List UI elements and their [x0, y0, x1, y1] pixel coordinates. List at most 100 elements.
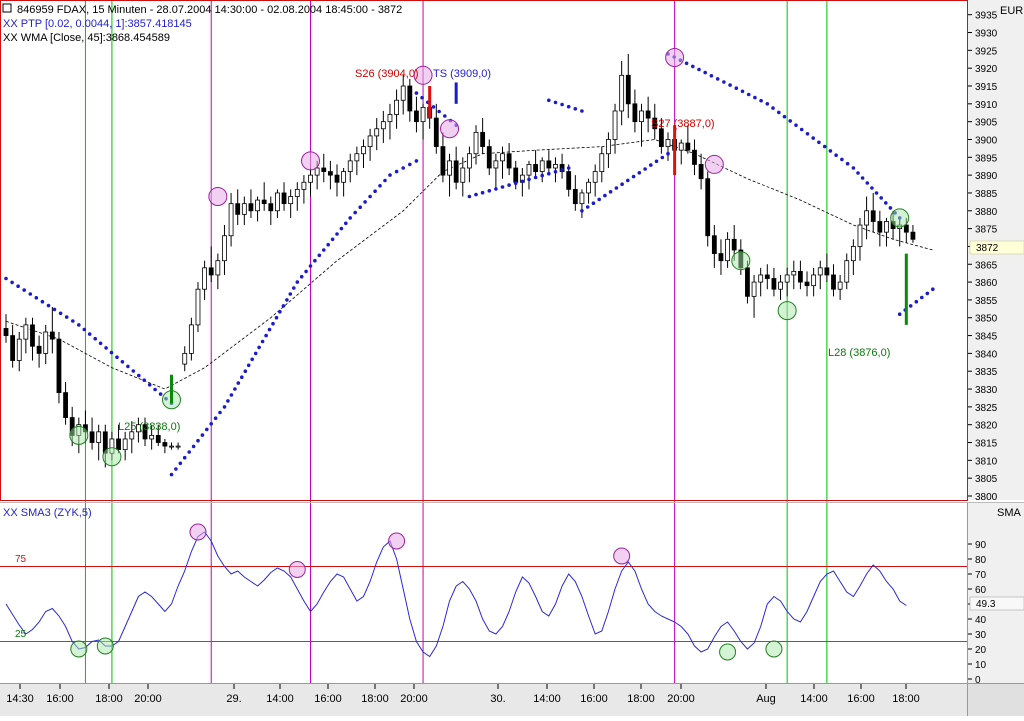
ptp-dot: [805, 132, 810, 136]
ptp-dot: [771, 106, 775, 110]
time-tick-label: 14:00: [533, 693, 561, 705]
candle-body: [811, 274, 817, 287]
pivot-circle-high: [208, 187, 228, 207]
candle[interactable]: [195, 282, 201, 332]
candle-body: [347, 160, 353, 172]
ptp-dot: [87, 332, 92, 336]
price-tick-label: 3800: [975, 492, 998, 503]
chart-svg: 3935 3930 3925 3920 3915 3910 3905 3900 3895 3890…: [0, 0, 1024, 716]
ptp-dot: [845, 161, 850, 166]
candle-body: [433, 117, 439, 148]
candle-body: [16, 338, 22, 361]
annotation-s27: S27 (3887,0): [651, 118, 715, 130]
ptp-legend: XX PTP [0.02, 0.0044, 1]:3857.418145: [3, 18, 192, 30]
ptp-dot: [292, 286, 296, 290]
ptp-dot: [597, 197, 601, 202]
ptp-dot: [715, 77, 720, 81]
ptp-dot: [533, 175, 538, 180]
ptp-dot: [649, 163, 653, 167]
candle-body: [387, 114, 393, 123]
ptp-dot: [209, 422, 213, 426]
price-tick-label: 3910: [975, 100, 998, 111]
ptp-dot: [174, 467, 178, 471]
pivot-circle-low: [102, 447, 122, 467]
ptp-dot: [840, 157, 844, 162]
window-icon[interactable]: [2, 3, 12, 13]
ptp-dot: [187, 450, 191, 454]
candle-body: [255, 199, 260, 212]
candle-body: [301, 181, 307, 190]
candle-body: [414, 110, 419, 123]
oscillator-circle: [765, 640, 783, 658]
ptp-dot: [191, 444, 196, 449]
ptp-dot: [46, 303, 51, 308]
candle-body: [261, 199, 267, 205]
ptp-dot: [856, 171, 860, 175]
ptp-dot: [28, 292, 33, 296]
candle-body: [149, 434, 155, 440]
ptp-dot: [153, 387, 157, 392]
candle-body: [592, 171, 598, 183]
ptp-dot: [104, 346, 108, 350]
ptp-dot: [777, 110, 781, 115]
time-tick-label: 16:00: [847, 693, 875, 705]
price-tick-label: 3905: [975, 118, 998, 129]
ptp-dot: [920, 295, 924, 300]
candle-body: [466, 153, 472, 169]
ptp-dot: [643, 167, 647, 171]
candle-body: [619, 74, 625, 112]
ptp-dot: [874, 191, 879, 195]
ptp-dot: [98, 341, 103, 346]
price-tick-label: 3900: [975, 135, 998, 146]
price-tick-label: 3835: [975, 367, 998, 378]
candle-body: [268, 203, 274, 212]
price-tick-label: 3840: [975, 349, 998, 360]
candle-body: [764, 274, 770, 279]
ptp-dot: [420, 95, 424, 100]
ptp-dot: [295, 280, 300, 284]
candle-body: [334, 174, 340, 183]
ptp-dot: [709, 74, 714, 78]
candle-body: [665, 139, 671, 148]
ptp-dot: [378, 184, 382, 188]
candle-body: [725, 238, 730, 262]
chart-title: 846959 FDAX, 15 Minuten - 28.07.2004 14:…: [17, 4, 402, 16]
candle-body: [771, 278, 777, 290]
candle-body: [705, 178, 711, 237]
ptp-dot: [637, 171, 642, 175]
candle[interactable]: [705, 171, 711, 247]
candle-body: [327, 171, 333, 176]
ptp-dot: [344, 221, 348, 226]
ptp-dot: [271, 321, 275, 326]
candle-body: [685, 142, 691, 151]
ptp-dot: [408, 162, 412, 167]
candle[interactable]: [56, 332, 62, 404]
ptp-dot: [222, 405, 227, 409]
candle-body: [824, 267, 830, 276]
ptp-dot: [799, 127, 804, 132]
ptp-dot: [288, 292, 293, 296]
ptp-dot: [257, 345, 261, 350]
ptp-dot: [226, 399, 230, 403]
price-tick-label: 3815: [975, 439, 998, 450]
ptp-dot: [897, 312, 902, 317]
price-tick-label: 3810: [975, 456, 998, 467]
candle-body: [533, 164, 538, 172]
ptp-dot: [137, 373, 141, 378]
ptp-dot: [4, 276, 8, 281]
candle-body: [374, 128, 380, 137]
ptp-dot: [527, 177, 531, 182]
ptp-dot: [196, 438, 200, 443]
candle-body: [837, 281, 843, 290]
price-tick-label: 3875: [975, 225, 998, 236]
ptp-dot: [500, 185, 505, 189]
ptp-dot: [308, 264, 313, 268]
candle-body: [361, 146, 366, 155]
ptp-dot: [437, 109, 441, 114]
candle-body: [877, 221, 883, 233]
ptp-dot: [388, 173, 392, 177]
ptp-dot: [260, 339, 265, 344]
ptp-dot: [240, 375, 244, 380]
candle-body: [294, 188, 300, 197]
ptp-dot: [788, 119, 792, 123]
